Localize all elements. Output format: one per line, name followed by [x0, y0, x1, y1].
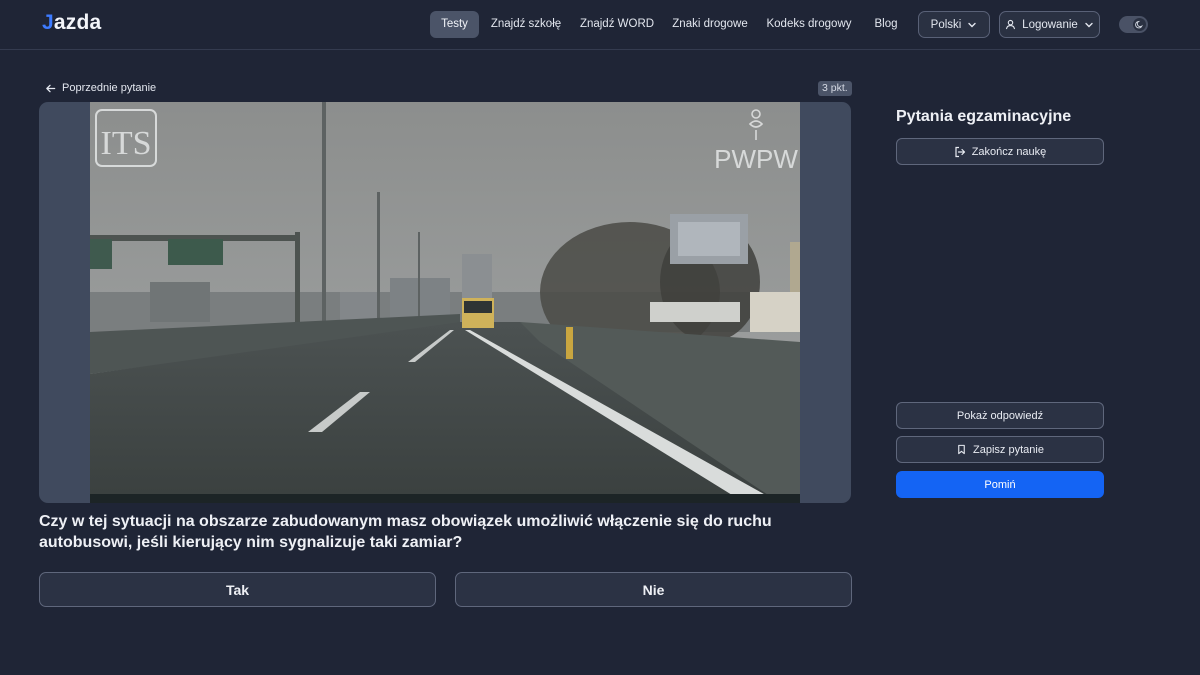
end-learning-label: Zakończ naukę [971, 145, 1047, 158]
points-badge: 3 pkt. [818, 81, 852, 96]
logo-letter: J [42, 11, 54, 34]
nav-znaki-drogowe[interactable]: Znaki drogowe [668, 11, 752, 38]
user-icon [1006, 19, 1016, 30]
nav-znajdz-szkole[interactable]: Znajdź szkołę [487, 11, 565, 38]
road-scene: ITS PWPW [90, 102, 800, 503]
nav-kodeks-drogowy[interactable]: Kodeks drogowy [764, 11, 854, 38]
moon-icon [1135, 20, 1143, 29]
question-media-frame: ITS PWPW [39, 102, 851, 503]
skip-button[interactable]: Pomiń [896, 471, 1104, 498]
nav-blog[interactable]: Blog [867, 11, 905, 38]
answer-tak-button[interactable]: Tak [39, 572, 436, 607]
watermark-pwpw: PWPW [714, 144, 798, 174]
login-button[interactable]: Logowanie [999, 11, 1100, 38]
watermark-its: ITS [101, 125, 152, 162]
logout-icon [955, 146, 965, 157]
arrow-left-icon [46, 84, 56, 92]
top-navbar: Jazda Testy Znajdź szkołę Znajdź WORD Zn… [0, 0, 1200, 50]
chevron-down-icon [1085, 22, 1093, 27]
language-select[interactable]: Polski [918, 11, 990, 38]
login-label: Logowanie [1022, 18, 1078, 31]
question-text: Czy w tej sytuacji na obszarze zabudowan… [39, 513, 772, 551]
logo-text: azda [53, 11, 102, 34]
save-question-button[interactable]: Zapisz pytanie [896, 436, 1104, 463]
skip-label: Pomiń [984, 478, 1016, 491]
toggle-knob [1133, 18, 1146, 31]
previous-question-link[interactable]: Poprzednie pytanie [45, 80, 156, 96]
theme-toggle[interactable] [1119, 16, 1148, 33]
show-answer-label: Pokaż odpowiedź [956, 409, 1044, 422]
sidebar-title: Pytania egzaminacyjne [896, 108, 1072, 125]
chevron-down-icon [968, 22, 977, 27]
jazda-logo[interactable]: Jazda [42, 11, 101, 35]
show-answer-button[interactable]: Pokaż odpowiedź [896, 402, 1104, 429]
previous-question-label: Poprzednie pytanie [62, 82, 157, 94]
nav-znajdz-word[interactable]: Znajdź WORD [578, 11, 656, 38]
language-label: Polski [930, 18, 962, 31]
nav-testy[interactable]: Testy [430, 11, 479, 38]
save-question-label: Zapisz pytanie [973, 443, 1044, 456]
answer-nie-button[interactable]: Nie [455, 572, 852, 607]
end-learning-button[interactable]: Zakończ naukę [896, 138, 1104, 165]
bookmark-icon [958, 444, 965, 455]
question-video[interactable]: ITS PWPW [90, 102, 800, 503]
